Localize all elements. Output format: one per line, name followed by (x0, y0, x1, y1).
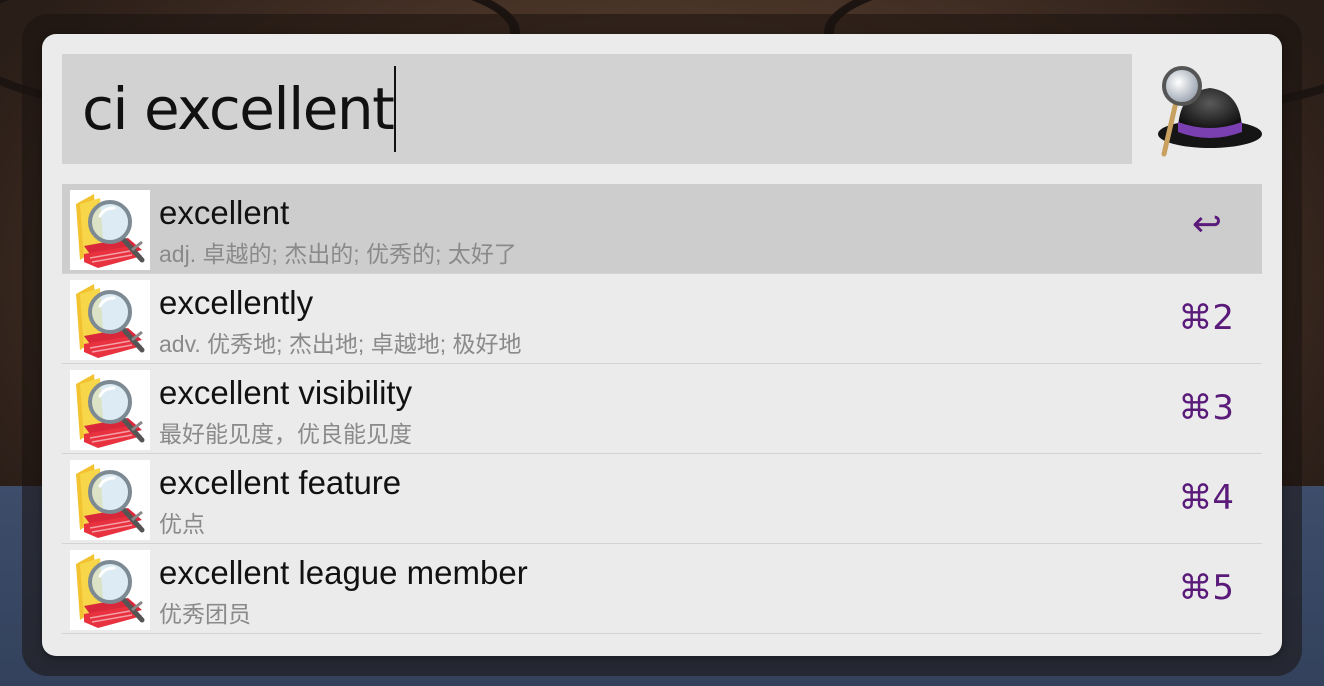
result-shortcut: ⌘3 (1178, 388, 1234, 428)
dictionary-icon (70, 280, 150, 360)
result-row[interactable]: excellent feature 优点 ⌘4 (62, 454, 1262, 544)
result-shortcut: ⌘2 (1178, 298, 1234, 338)
alfred-hat-icon[interactable] (1148, 62, 1268, 162)
result-shortcut: ⌘5 (1178, 568, 1234, 608)
result-row[interactable]: excellent visibility 最好能见度，优良能见度 ⌘3 (62, 364, 1262, 454)
result-title: excellently (159, 284, 314, 321)
result-row[interactable]: excellently adv. 优秀地; 杰出地; 卓越地; 极好地 ⌘2 (62, 274, 1262, 364)
search-query-text: ci excellent (82, 75, 395, 143)
result-row[interactable]: excellent league member 优秀团员 ⌘5 (62, 544, 1262, 634)
dictionary-icon (70, 460, 150, 540)
result-subtitle: 优秀团员 (159, 601, 251, 627)
result-subtitle: 最好能见度，优良能见度 (159, 421, 412, 447)
dictionary-icon (70, 370, 150, 450)
dictionary-icon (70, 550, 150, 630)
result-shortcut: ⌘4 (1178, 478, 1234, 518)
result-title: excellent visibility (159, 374, 413, 411)
result-row[interactable]: excellent adj. 卓越的; 杰出的; 优秀的; 太好了 ↩ (62, 184, 1262, 274)
result-subtitle: adv. 优秀地; 杰出地; 卓越地; 极好地 (159, 331, 522, 357)
text-caret (394, 66, 397, 152)
result-title: excellent (159, 194, 290, 231)
search-input[interactable]: ci excellent (62, 54, 1132, 164)
dictionary-icon (70, 190, 150, 270)
result-subtitle: adj. 卓越的; 杰出的; 优秀的; 太好了 (159, 241, 517, 267)
return-key-icon: ↩ (1191, 204, 1222, 245)
result-subtitle: 优点 (159, 511, 205, 537)
launcher-window: ci excellent excellent adj. 卓越的; 杰出的; 优秀… (42, 34, 1282, 656)
result-title: excellent league member (159, 554, 528, 591)
result-title: excellent feature (159, 464, 402, 501)
results-list: excellent adj. 卓越的; 杰出的; 优秀的; 太好了 ↩ exce… (62, 184, 1262, 634)
